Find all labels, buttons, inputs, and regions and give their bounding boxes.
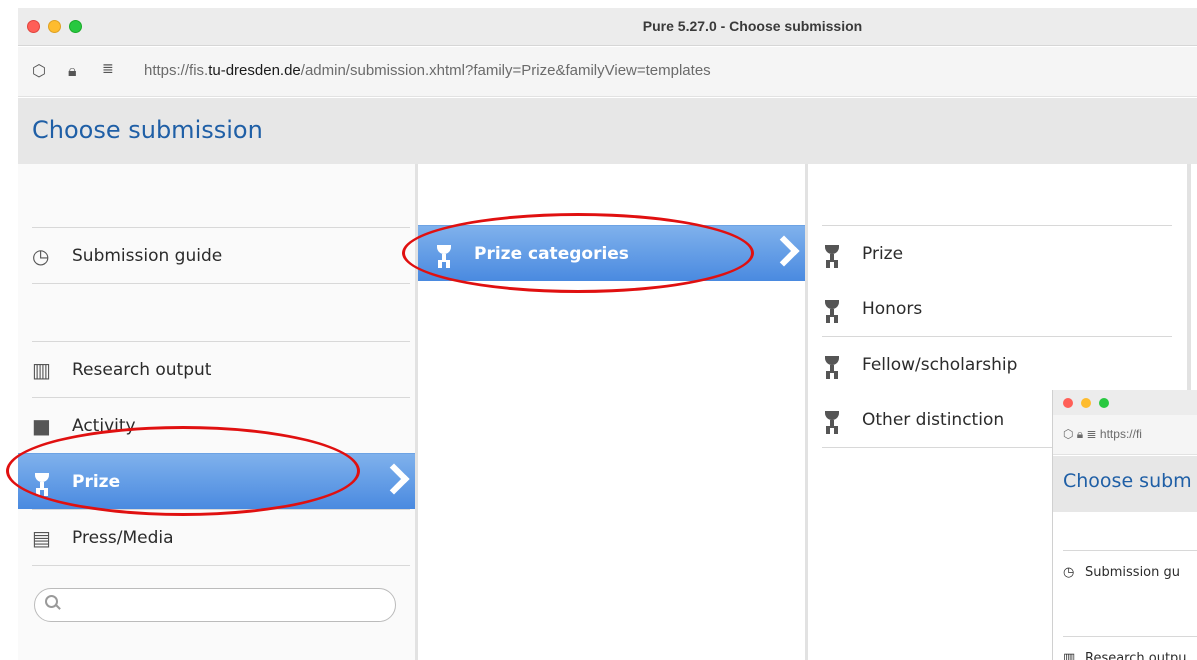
menu-item-label: Submission guide	[72, 245, 223, 266]
chevron-right-icon	[383, 464, 403, 496]
window-titlebar	[1053, 390, 1197, 415]
menu-item-submission-guide[interactable]: ◷ Submission gu	[1063, 550, 1197, 594]
zoom-window-button[interactable]	[1099, 398, 1109, 408]
overlapping-window[interactable]: ⬡ 🔒︎ ≣ https://fi Choose subm ◷ Submissi…	[1052, 390, 1197, 660]
address-bar[interactable]: ⬡ 🔒︎ ≣ https://fi	[1053, 415, 1197, 455]
menu-item-label: Press/Media	[72, 527, 174, 548]
site-settings-icon[interactable]: ≣	[102, 61, 114, 77]
address-bar[interactable]: ⬡ 🔒︎ ≣ https://fis.tu-dresden.de/admin/s…	[18, 47, 1197, 97]
url-path: /admin/submission.xhtml?family=Prize&fam…	[300, 62, 711, 79]
template-item-prize[interactable]: Prize	[822, 225, 1172, 281]
window-title: Pure 5.27.0 - Choose submission	[642, 18, 863, 34]
history-icon: ◷	[32, 243, 50, 268]
page-title: Choose subm	[1053, 456, 1197, 512]
menu-item-submission-guide[interactable]: ◷ Submission guide	[32, 227, 410, 283]
url-prefix: https://fis.	[144, 62, 209, 79]
menu-spacer	[32, 283, 410, 341]
template-item-honors[interactable]: Honors	[822, 281, 1172, 337]
menu-item-label: Submission gu	[1085, 565, 1180, 580]
menu-item-prize-categories[interactable]: Prize categories	[418, 225, 805, 281]
page-title: Choose submission	[32, 116, 263, 144]
template-label: Other distinction	[862, 409, 1005, 430]
template-label: Honors	[862, 299, 923, 319]
search-input[interactable]	[34, 588, 396, 622]
family-column: ◷ Submission guide ▥ Research output ■ A…	[18, 164, 415, 660]
book-icon: ▥	[1063, 651, 1076, 660]
menu-divider	[32, 565, 410, 566]
url-text[interactable]: https://fis.tu-dresden.de/admin/submissi…	[144, 62, 711, 79]
minimize-window-button[interactable]	[1081, 398, 1091, 408]
menu-item-research-output[interactable]: ▥ Research output	[32, 341, 410, 397]
page-header: Choose submission	[18, 98, 1197, 164]
history-icon: ◷	[1063, 565, 1075, 580]
menu-item-activity[interactable]: ■ Activity	[32, 397, 410, 453]
url-host: tu-dresden.de	[208, 62, 301, 79]
menu-item-research-output[interactable]: ▥ Research outpu	[1063, 636, 1197, 660]
search-icon	[43, 593, 61, 611]
template-label: Prize	[862, 243, 904, 264]
trophy-icon	[822, 299, 862, 319]
lock-icon[interactable]: 🔒︎	[68, 61, 77, 81]
category-column: Prize categories	[415, 164, 805, 660]
menu-item-label: Research output	[72, 359, 212, 380]
trophy-icon	[434, 244, 474, 264]
menu-item-label: Activity	[72, 415, 136, 436]
menu-item-label: Prize categories	[474, 243, 629, 264]
menu-item-press-media[interactable]: ▤ Press/Media	[32, 509, 410, 565]
trophy-icon	[822, 410, 862, 430]
menu-item-prize[interactable]: Prize	[18, 453, 415, 509]
shield-icon[interactable]: ⬡	[32, 61, 46, 80]
newspaper-icon: ▤	[32, 525, 51, 550]
book-icon: ▥	[32, 357, 51, 382]
template-label: Fellow/scholarship	[862, 354, 1018, 375]
window-titlebar: Pure 5.27.0 - Choose submission	[18, 8, 1197, 46]
close-window-button[interactable]	[1063, 398, 1073, 408]
menu-item-label: Research outpu	[1085, 651, 1187, 660]
template-item-fellow-scholarship[interactable]: Fellow/scholarship	[822, 336, 1172, 392]
trophy-icon	[822, 244, 862, 264]
menu-item-label: Prize	[72, 471, 121, 492]
chevron-right-icon	[773, 236, 793, 268]
trophy-icon	[32, 472, 72, 492]
url-text: https://fi	[1099, 427, 1142, 441]
trophy-icon	[822, 355, 862, 375]
briefcase-icon: ■	[32, 413, 51, 438]
